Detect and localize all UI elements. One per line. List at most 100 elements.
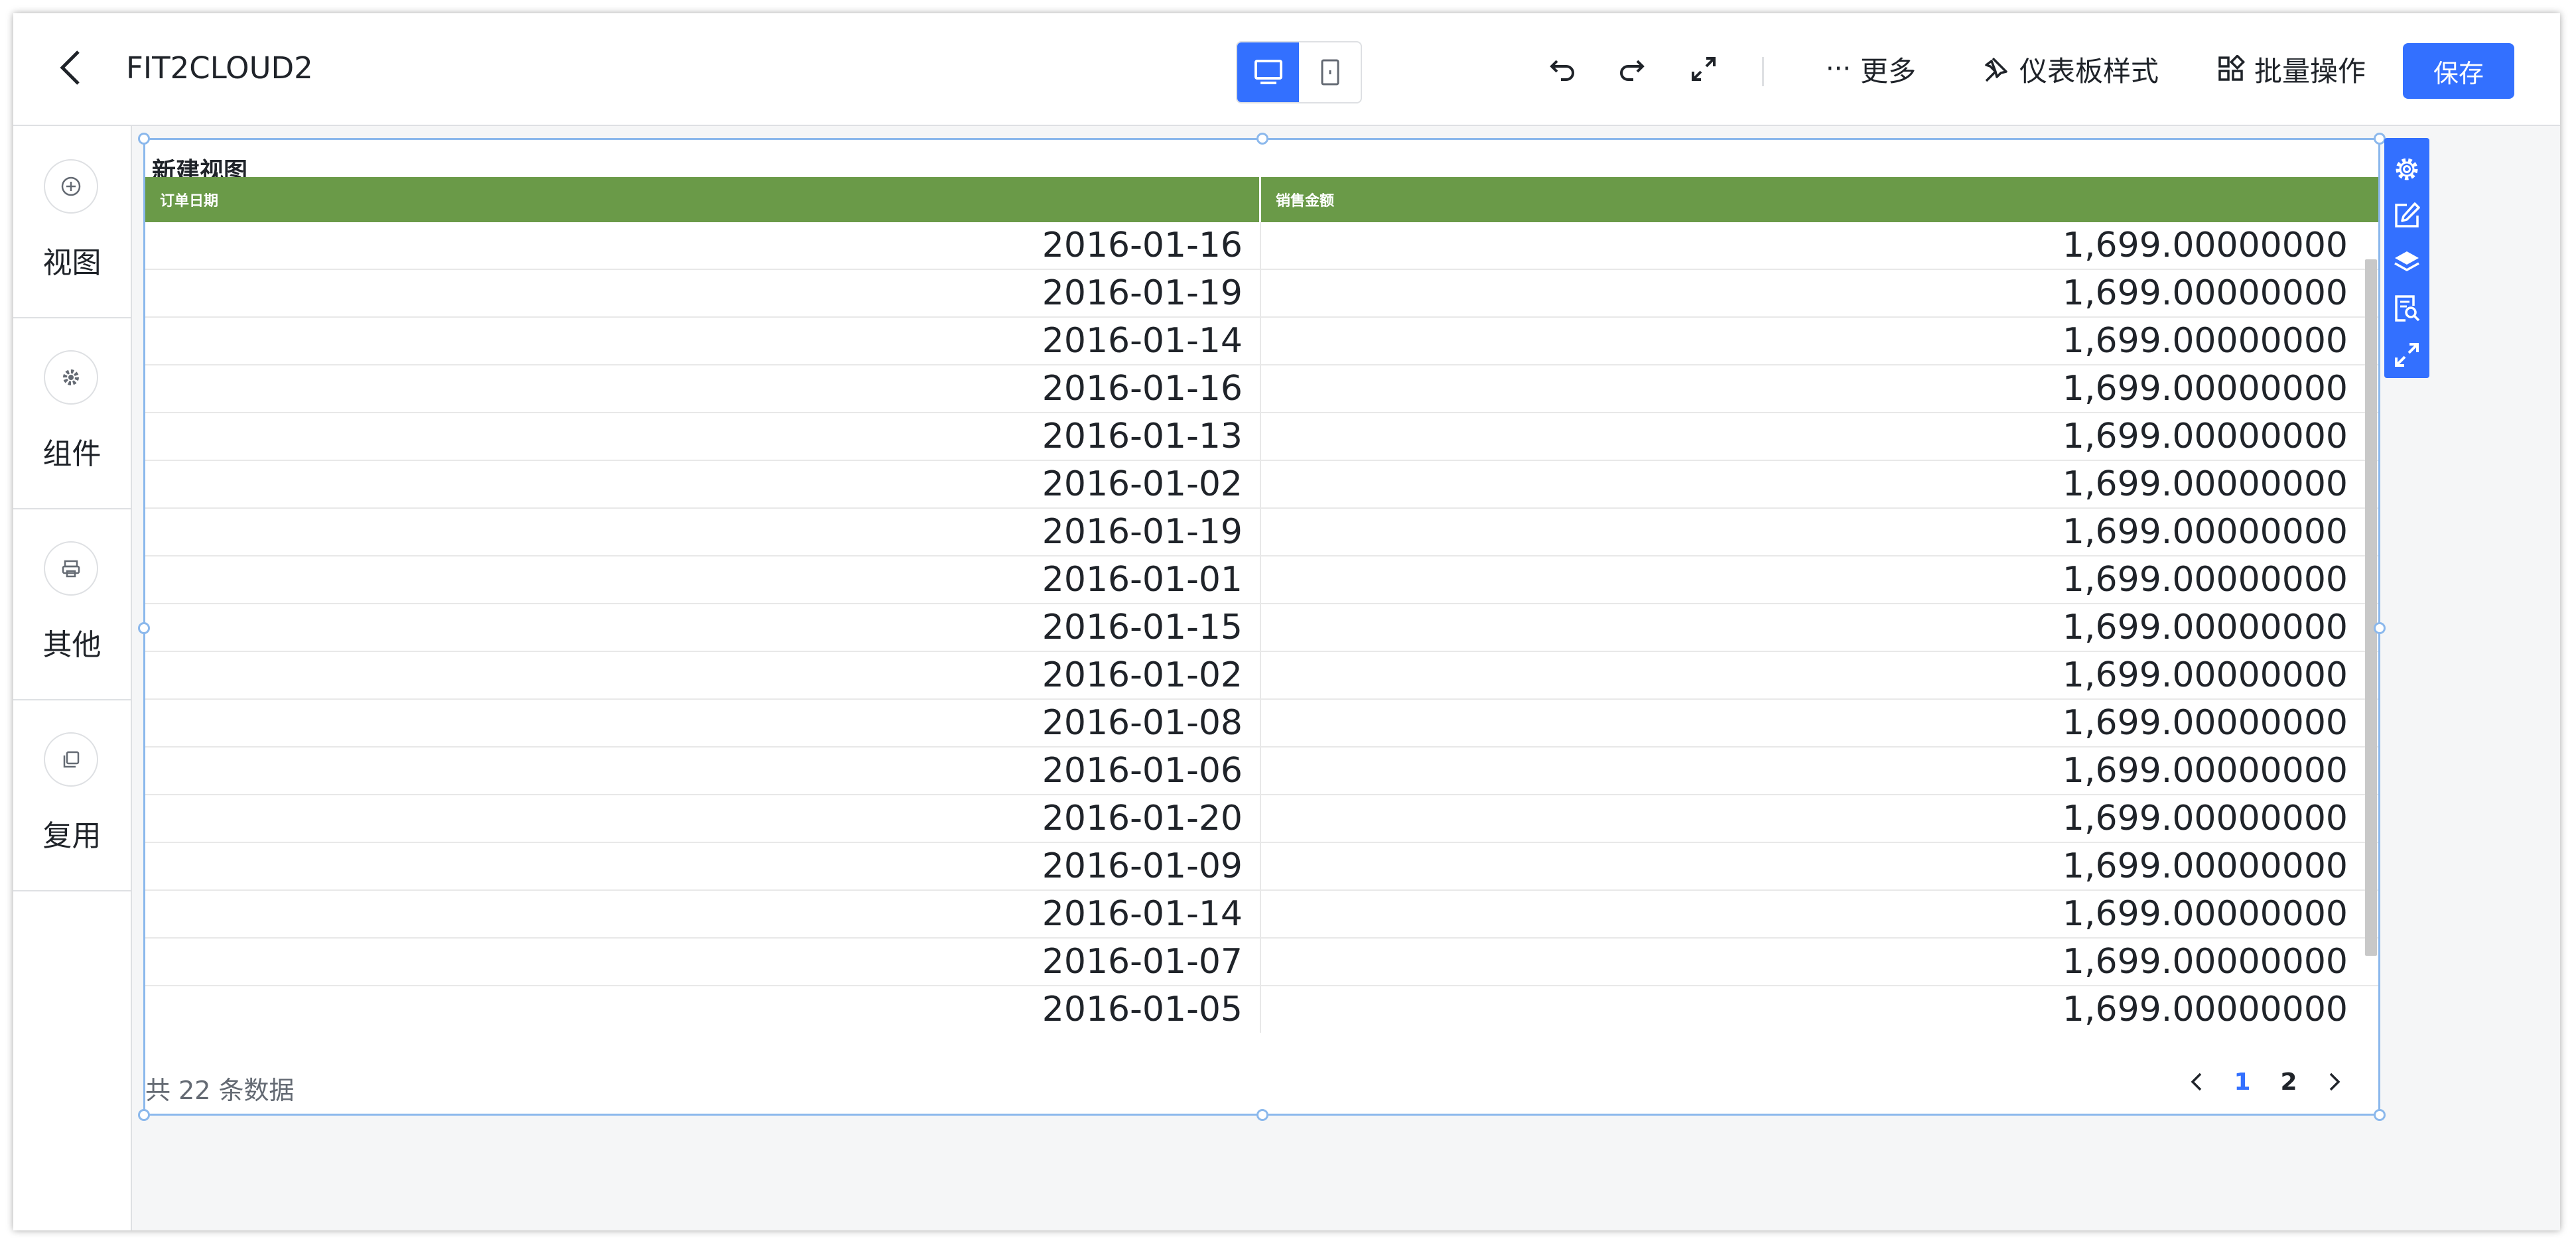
column-header-sales-amount[interactable]: 销售金额 (1261, 177, 2378, 222)
table-row: 2016-01-14 1,699.00000000 (145, 891, 2378, 939)
more-dots-icon: ··· (1826, 54, 1852, 84)
resize-handle-right[interactable] (2374, 622, 2386, 634)
sidebar-item-label: 复用 (42, 819, 102, 853)
cell-sales-amount: 1,699.00000000 (2062, 321, 2348, 361)
cell-sales-amount: 1,699.00000000 (2062, 512, 2348, 552)
page-number-2[interactable]: 2 (2266, 1062, 2312, 1102)
view-data-button[interactable] (2384, 285, 2429, 332)
top-toolbar: FIT2CLOUD2 ··· 更多 仪表板样式 批量操作 保存 (13, 13, 2560, 126)
cell-sales-amount: 1,699.00000000 (2062, 560, 2348, 600)
cell-sales-amount: 1,699.00000000 (2062, 751, 2348, 791)
fullscreen-button[interactable] (1685, 50, 1722, 88)
expand-icon (2395, 343, 2419, 367)
cell-sales-amount: 1,699.00000000 (2062, 608, 2348, 647)
table-row: 2016-01-09 1,699.00000000 (145, 843, 2378, 891)
gear-icon (44, 350, 98, 405)
sidebar-item-reuse[interactable]: 复用 (13, 699, 131, 891)
cell-sales-amount: 1,699.00000000 (2062, 894, 2348, 934)
cell-order-date: 2016-01-01 (145, 556, 1261, 603)
table-row: 2016-01-07 1,699.00000000 (145, 939, 2378, 986)
sidebar-item-label: 其他 (42, 628, 102, 662)
desktop-view-button[interactable] (1237, 42, 1299, 102)
table-view-component[interactable]: 新建视图 订单日期 销售金额 2016-01-16 1,699.00000000 2… (138, 133, 2386, 1121)
toolbar-divider (1762, 57, 1764, 86)
sidebar-item-view[interactable]: 视图 (13, 126, 131, 318)
column-header-order-date[interactable]: 订单日期 (145, 177, 1261, 222)
more-label: 更多 (1860, 54, 1917, 88)
resize-handle-bottom[interactable] (1256, 1109, 1268, 1121)
resize-handle-bottom-left[interactable] (138, 1109, 150, 1121)
edit-button[interactable] (2384, 192, 2429, 239)
dashboard-title: FIT2CLOUD2 (126, 50, 313, 86)
cell-order-date: 2016-01-15 (145, 604, 1261, 651)
table-row: 2016-01-16 1,699.00000000 (145, 365, 2378, 413)
cell-order-date: 2016-01-16 (145, 222, 1261, 269)
table-row: 2016-01-05 1,699.00000000 (145, 986, 2378, 1033)
cell-order-date: 2016-01-19 (145, 509, 1261, 555)
enlarge-button[interactable] (2384, 332, 2429, 378)
sidebar-item-component[interactable]: 组件 (13, 317, 131, 509)
more-button[interactable]: ··· 更多 (1826, 50, 1916, 88)
redo-button[interactable] (1613, 50, 1651, 88)
prev-page-button[interactable] (2173, 1062, 2219, 1102)
dashboard-style-button[interactable]: 仪表板样式 (1981, 50, 2159, 88)
data-table: 订单日期 销售金额 2016-01-16 1,699.00000000 2016-0… (145, 177, 2378, 1033)
layers-icon (2394, 251, 2419, 272)
copy-icon (44, 732, 98, 787)
cell-order-date: 2016-01-02 (145, 461, 1261, 507)
resize-handle-left[interactable] (138, 622, 150, 634)
table-body: 2016-01-16 1,699.00000000 2016-01-19 1,699.… (145, 222, 2378, 1033)
edit-icon (2395, 202, 2420, 228)
grid-icon (2218, 55, 2245, 81)
next-page-button[interactable] (2312, 1062, 2358, 1102)
table-row: 2016-01-13 1,699.00000000 (145, 413, 2378, 461)
cell-order-date: 2016-01-08 (145, 700, 1261, 746)
cell-sales-amount: 1,699.00000000 (2062, 655, 2348, 695)
sidebar-item-other[interactable]: 其他 (13, 508, 131, 700)
undo-button[interactable] (1544, 50, 1581, 88)
resize-handle-bottom-right[interactable] (2374, 1109, 2386, 1121)
sidebar-item-label: 组件 (42, 437, 102, 471)
cell-sales-amount: 1,699.00000000 (2062, 273, 2348, 313)
table-header-row: 订单日期 销售金额 (145, 177, 2378, 222)
cell-sales-amount: 1,699.00000000 (2062, 990, 2348, 1029)
cell-sales-amount: 1,699.00000000 (2062, 703, 2348, 743)
document-search-icon (2395, 295, 2420, 322)
resize-handle-top[interactable] (1256, 133, 1268, 145)
table-row: 2016-01-20 1,699.00000000 (145, 795, 2378, 843)
batch-operation-button[interactable]: 批量操作 (2217, 50, 2366, 88)
undo-icon (1550, 60, 1574, 81)
device-switch (1236, 41, 1362, 103)
cell-order-date: 2016-01-14 (145, 318, 1261, 364)
desktop-icon (1254, 60, 1282, 84)
table-row: 2016-01-16 1,699.00000000 (145, 222, 2378, 270)
settings-button[interactable] (2384, 146, 2429, 192)
table-scrollbar[interactable] (2365, 259, 2377, 956)
layers-button[interactable] (2384, 239, 2429, 285)
cell-order-date: 2016-01-16 (145, 365, 1261, 412)
table-row: 2016-01-08 1,699.00000000 (145, 700, 2378, 748)
save-button[interactable]: 保存 (2403, 43, 2514, 99)
mobile-view-button[interactable] (1299, 42, 1361, 102)
cell-order-date: 2016-01-13 (145, 413, 1261, 460)
table-row: 2016-01-19 1,699.00000000 (145, 509, 2378, 556)
cell-order-date: 2016-01-09 (145, 843, 1261, 889)
sidebar-item-label: 视图 (42, 246, 102, 280)
resize-handle-top-left[interactable] (138, 133, 150, 145)
cell-order-date: 2016-01-06 (145, 748, 1261, 794)
table-row: 2016-01-01 1,699.00000000 (145, 556, 2378, 604)
table-row: 2016-01-02 1,699.00000000 (145, 652, 2378, 700)
dashboard-style-label: 仪表板样式 (2019, 54, 2159, 88)
table-row: 2016-01-19 1,699.00000000 (145, 270, 2378, 318)
mobile-icon (1321, 59, 1339, 86)
chevron-left-icon (2191, 1073, 2202, 1091)
pin-icon (1985, 57, 2007, 82)
back-button[interactable] (52, 46, 89, 89)
plus-circle-icon (44, 159, 98, 214)
total-count-text: 共 22 条数据 (145, 1076, 295, 1105)
cell-sales-amount: 1,699.00000000 (2062, 369, 2348, 409)
component-action-bar (2384, 138, 2429, 378)
cell-sales-amount: 1,699.00000000 (2062, 226, 2348, 265)
expand-icon (1692, 57, 1716, 81)
page-number-1[interactable]: 1 (2219, 1062, 2266, 1102)
